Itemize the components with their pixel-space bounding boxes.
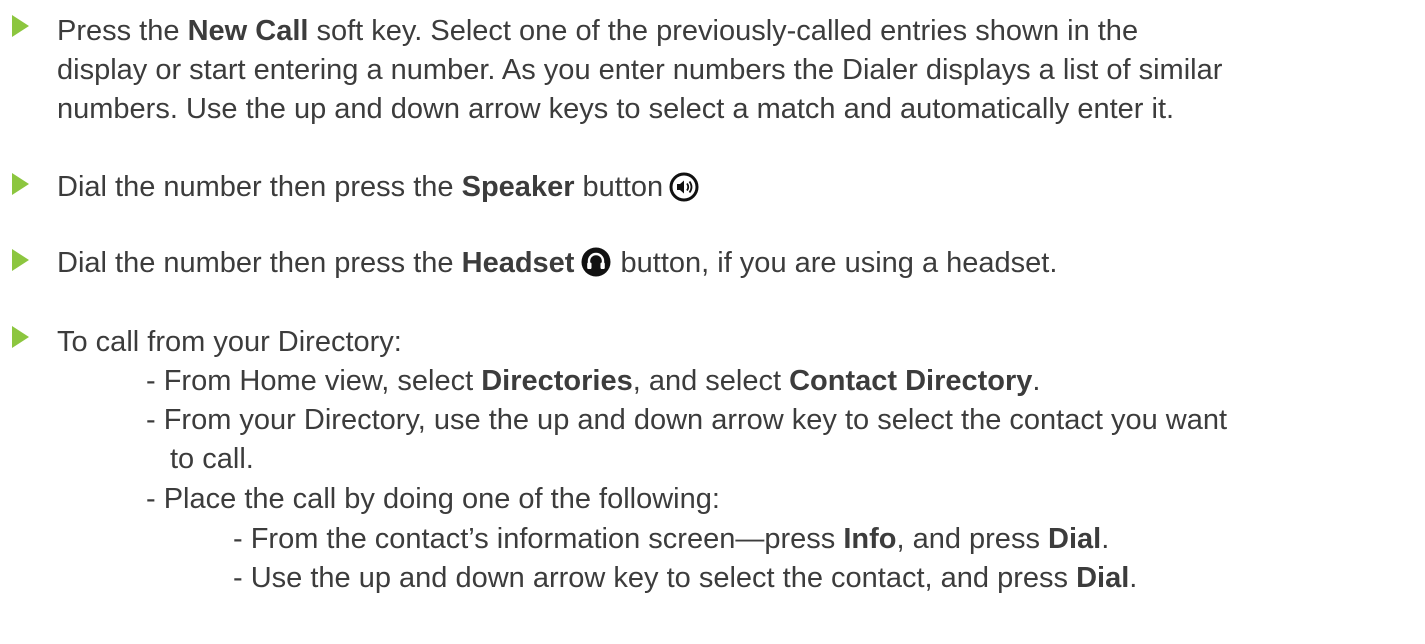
contact-directory-label: Contact Directory (789, 365, 1033, 397)
headset-label: Headset (461, 247, 575, 279)
speaker-label: Speaker (461, 171, 575, 203)
bullet-arrow-icon (12, 326, 29, 348)
bullet-1-line-3: numbers. Use the up and down arrow keys … (57, 93, 1175, 125)
info-label: Info (843, 523, 897, 555)
bullet-1-line-2: display or start entering a number. As y… (57, 54, 1223, 86)
bullet-3-text: Dial the number then press the Headset b… (57, 244, 1057, 288)
speaker-icon (669, 172, 699, 212)
headset-icon (580, 246, 612, 288)
sub-step-2-line-1: - From your Directory, use the up and do… (146, 404, 1228, 436)
bullet-arrow-icon (12, 173, 29, 195)
sub-step-1: - From Home view, select Directories, an… (146, 365, 1041, 397)
bullet-arrow-icon (12, 249, 29, 271)
directories-label: Directories (481, 365, 633, 397)
bullet-1-line-1: Press the New Call soft key. Select one … (57, 15, 1139, 47)
bullet-arrow-icon (12, 15, 29, 37)
dial-label: Dial (1048, 523, 1102, 555)
sub-sub-step-a: - From the contact’s information screen—… (233, 523, 1110, 555)
sub-step-2-line-2: to call. (170, 443, 254, 475)
bullet-4-text: To call from your Directory: (57, 326, 402, 358)
bullet-2-text: Dial the number then press the Speaker b… (57, 168, 699, 212)
sub-step-3: - Place the call by doing one of the fol… (146, 483, 720, 515)
dial-label: Dial (1076, 562, 1130, 594)
sub-sub-step-b: - Use the up and down arrow key to selec… (233, 562, 1138, 594)
new-call-label: New Call (187, 15, 309, 47)
